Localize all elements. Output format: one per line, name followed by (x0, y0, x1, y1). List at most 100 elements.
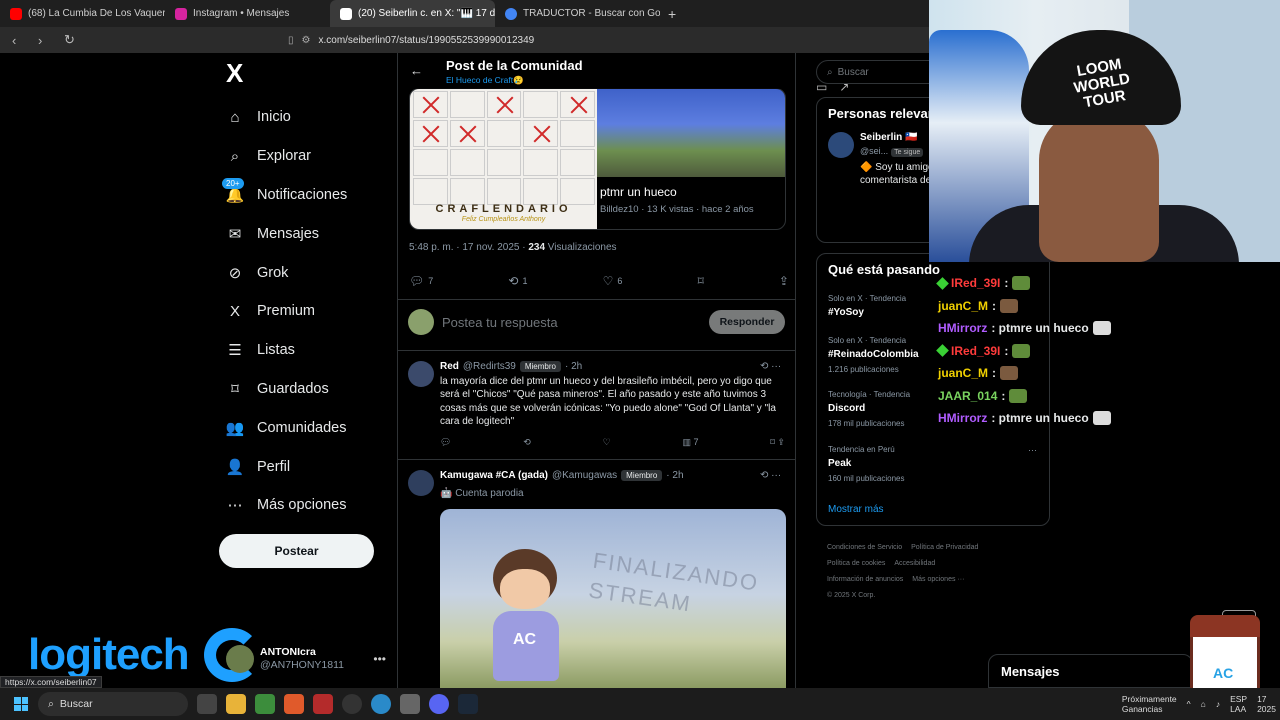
footer-link[interactable]: Política de Privacidad (911, 544, 978, 551)
avatar[interactable] (408, 361, 434, 387)
obs-icon[interactable] (342, 694, 362, 714)
post-button[interactable]: Postear (219, 534, 374, 568)
edge-icon[interactable] (371, 694, 391, 714)
footer-link[interactable]: Información de anuncios (827, 576, 903, 583)
avatar[interactable] (408, 470, 434, 496)
author-handle[interactable]: @Redirts39 (463, 361, 516, 372)
store-icon[interactable] (255, 694, 275, 714)
tweet-actions: 💬︎ ⟲ ♡ ▥ 7 ⌑ ⇪ (440, 437, 785, 448)
browser-tab-x-active[interactable]: (20) Seiberlin c. en X: "🎹 17 de✕ (330, 0, 495, 27)
tweet-image[interactable]: FINALIZANDO STREAM AC (440, 509, 786, 688)
taskbar-search[interactable]: ⌕ Buscar (38, 692, 188, 716)
nav-item-notificaciones[interactable]: 🔔 20+ Notificaciones (218, 176, 398, 215)
nav-item-perfil[interactable]: 👤 Perfil (218, 447, 398, 486)
brave-icon[interactable] (284, 694, 304, 714)
reply-tweet[interactable]: Red @Redirts39 Miembro · 2h ⟲ ··· la may… (398, 351, 795, 460)
notification-widget[interactable]: Próximamente Ganancias (1122, 694, 1177, 714)
microphone-icon[interactable]: ♪ (1216, 699, 1220, 709)
emote-icon (1012, 276, 1031, 291)
discord-icon[interactable] (429, 694, 449, 714)
x-logo-icon[interactable]: X (226, 58, 398, 98)
embedded-video-card[interactable]: CRAFLENDARIO Feliz Cumpleaños Anthony pt… (409, 88, 786, 230)
url-field[interactable]: ▯ ⚙ x.com/seiberlin07/status/19905525399… (288, 35, 534, 46)
more-icon[interactable]: ··· (1028, 445, 1037, 455)
reply-input[interactable]: Postea tu respuesta (442, 315, 558, 330)
new-tab-button[interactable]: + (660, 6, 684, 22)
author-handle[interactable]: @Kamugawas (552, 470, 617, 481)
author-name[interactable]: Red (440, 361, 459, 372)
heart-icon[interactable]: ♡ (603, 437, 611, 448)
app-icon[interactable] (313, 694, 333, 714)
browser-tab-youtube[interactable]: (68) La Cumbia De Los Vaqueros (0, 0, 165, 27)
browser-tab-instagram[interactable]: Instagram • Mensajes (165, 0, 330, 27)
trend-name: Peak (828, 458, 852, 469)
footer-link[interactable]: Más opciones ··· (912, 576, 964, 583)
author-name[interactable]: Kamugawa #CA (gada) (440, 470, 548, 481)
language-indicator[interactable]: ESP LAA (1230, 694, 1247, 714)
avatar (226, 645, 254, 673)
tweet-time[interactable]: · 2h (565, 361, 582, 372)
reload-icon[interactable]: ↻ (64, 32, 78, 48)
show-more-link[interactable]: Mostrar más (828, 504, 884, 515)
nav-item-inicio[interactable]: ⌂ Inicio (218, 98, 398, 137)
site-info-icon[interactable]: ⚙ (302, 35, 311, 46)
footer-link[interactable]: Condiciones de Servicio (827, 544, 902, 551)
repost-icon[interactable]: ⟲ (523, 437, 531, 448)
windows-start-icon[interactable] (14, 697, 28, 711)
account-switcher[interactable]: ANTONIcra @AN7HONY1811 ••• (226, 645, 386, 673)
moderator-badge-icon (936, 276, 949, 290)
nav-item-mensajes[interactable]: ✉ Mensajes (218, 214, 398, 253)
bookmark-button[interactable]: ⌑ (698, 272, 704, 290)
repost-button[interactable]: ⟲ 1 (508, 272, 527, 290)
nav-item-más-opciones[interactable]: ⋯ Más opciones (218, 486, 398, 525)
back-icon[interactable]: ‹ (12, 33, 26, 48)
back-arrow-icon[interactable]: ← (410, 63, 423, 78)
community-link[interactable]: El Hueco de Craft😢 (446, 75, 524, 86)
steam-icon[interactable] (458, 694, 478, 714)
tweet-time[interactable]: · 2h (666, 470, 683, 481)
messages-drawer[interactable]: Mensajes (988, 654, 1193, 688)
reply-button[interactable]: 💬︎ 7 (409, 272, 433, 290)
avatar[interactable] (828, 132, 854, 158)
nav-item-grok[interactable]: ⊘ Grok (218, 253, 398, 292)
bookmark-page-icon[interactable]: ▯ (288, 35, 294, 46)
share-button[interactable]: ⇪ (779, 272, 789, 290)
reply-submit-button[interactable]: Responder (709, 310, 785, 334)
heart-icon: ♡ (602, 274, 614, 288)
communities-icon: 👥 (225, 419, 245, 437)
settings-icon[interactable] (400, 694, 420, 714)
person-name[interactable]: Seiberlin 🇨🇱 (860, 132, 917, 143)
bookmark-icon[interactable]: ⌑ ⇪ (770, 437, 785, 448)
nav-item-explorar[interactable]: ⌕ Explorar (218, 137, 398, 176)
footer-link[interactable]: Política de cookies (827, 560, 885, 567)
more-icon[interactable]: ••• (373, 652, 386, 666)
network-icon[interactable]: ⌂ (1201, 699, 1206, 709)
chat-text: : ptmre un hueco (991, 321, 1089, 335)
reply-count: 7 (428, 276, 434, 286)
forward-icon[interactable]: › (38, 33, 52, 48)
task-view-icon[interactable] (197, 694, 217, 714)
like-button[interactable]: ♡ 6 (603, 272, 623, 290)
chat-message: IRed_39I : (936, 272, 1118, 295)
nav-item-guardados[interactable]: ⌑ Guardados (218, 370, 398, 409)
account-handle: @AN7HONY1811 (260, 659, 344, 671)
more-options-icon[interactable]: ⟲ ··· (760, 470, 781, 481)
nav-item-comunidades[interactable]: 👥 Comunidades (218, 408, 398, 447)
reply-icon[interactable]: 💬︎ (440, 437, 451, 448)
views-button[interactable]: ▥ 7 (682, 437, 698, 448)
home-icon: ⌂ (230, 108, 240, 126)
bell-icon: 🔔 (225, 186, 245, 204)
footer-link[interactable]: Accesibilidad (894, 560, 935, 567)
trend-item[interactable]: Tendencia en Perú Peak 160 mil publicacion… (828, 445, 1043, 483)
more-options-icon[interactable]: ⟲ ··· (760, 361, 781, 372)
notification-badge: 20+ (222, 177, 244, 189)
clock[interactable]: 17 2025 (1257, 694, 1276, 714)
copyright: © 2025 X Corp. (827, 592, 876, 599)
nav-item-label: Premium (257, 303, 316, 320)
nav-item-listas[interactable]: ☰ Listas (218, 331, 398, 370)
file-explorer-icon[interactable] (226, 694, 246, 714)
chat-username: JAAR_014 (938, 388, 998, 403)
chevron-up-icon[interactable]: ^ (1187, 699, 1191, 709)
nav-item-premium[interactable]: X Premium (218, 292, 398, 331)
browser-tab-google[interactable]: TRADUCTOR - Buscar con Google (495, 0, 660, 27)
